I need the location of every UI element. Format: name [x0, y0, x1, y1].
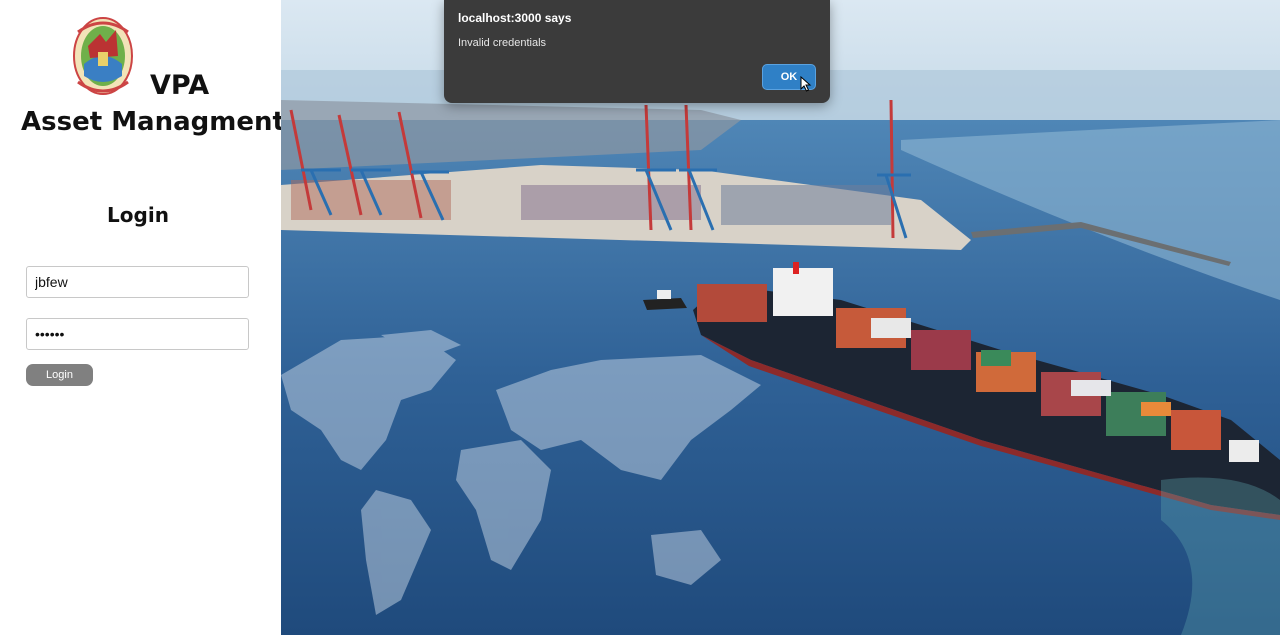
password-input[interactable]: [26, 318, 249, 350]
login-sidebar: VPA Asset Managment Login Login: [0, 0, 285, 635]
login-heading: Login: [107, 203, 169, 227]
vpa-emblem-icon: [73, 17, 133, 95]
dialog-title: localhost:3000 says: [458, 11, 572, 25]
brand-subtitle: Asset Managment: [21, 107, 285, 137]
username-input[interactable]: [26, 266, 249, 298]
alert-dialog: localhost:3000 says Invalid credentials …: [444, 0, 830, 103]
login-button[interactable]: Login: [26, 364, 93, 386]
dialog-message: Invalid credentials: [458, 37, 547, 49]
mouse-cursor-icon: [800, 76, 812, 92]
brand-title: VPA: [150, 70, 210, 101]
